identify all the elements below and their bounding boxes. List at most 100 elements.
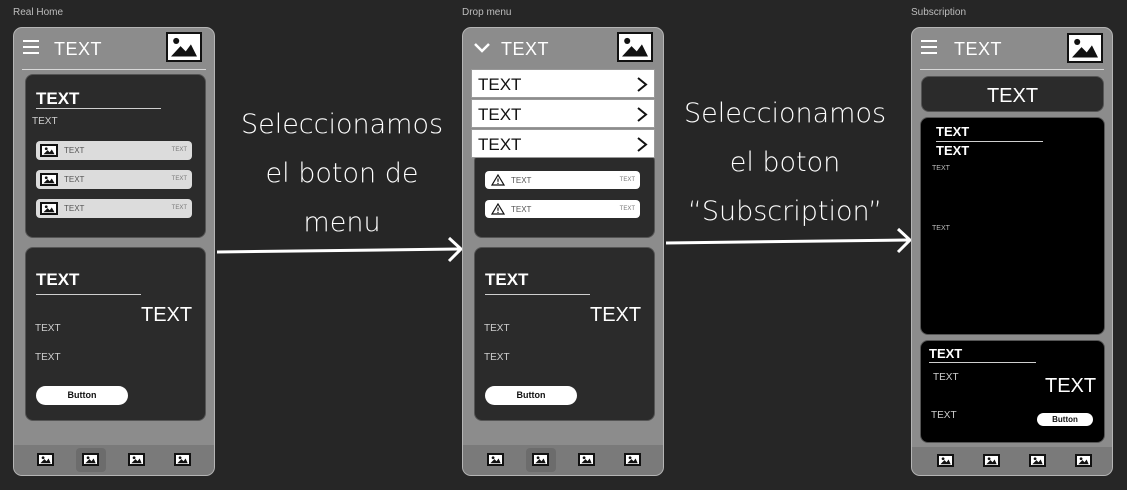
header-title: TEXT bbox=[501, 39, 550, 59]
card-text: TEXT bbox=[484, 352, 510, 363]
card-subscription-detail: TEXT TEXT TEXT TEXT bbox=[920, 117, 1105, 335]
frame-label-drop-menu: Drop menu bbox=[462, 7, 512, 18]
image-icon[interactable] bbox=[983, 454, 1000, 467]
header-title: TEXT bbox=[54, 39, 103, 59]
list-item-label: TEXT bbox=[64, 204, 85, 213]
image-icon[interactable] bbox=[624, 453, 641, 466]
card-heading: TEXT bbox=[936, 124, 970, 139]
menu-item-label: TEXT bbox=[478, 135, 522, 154]
image-icon[interactable] bbox=[82, 453, 99, 466]
card-button[interactable]: Button bbox=[36, 386, 128, 405]
heading-underline bbox=[36, 108, 161, 109]
list-item-value: TEXT bbox=[171, 147, 187, 153]
step-caption-1: Seleccionamos el boton de menu bbox=[222, 100, 462, 247]
card-text: TEXT bbox=[933, 372, 959, 383]
alert-label: TEXT bbox=[511, 176, 532, 185]
image-icon bbox=[617, 32, 653, 62]
alert-label: TEXT bbox=[511, 205, 532, 214]
card-heading: TEXT bbox=[36, 270, 80, 289]
app-header: TEXT bbox=[463, 28, 663, 70]
alert-item[interactable]: TEXT TEXT bbox=[485, 171, 640, 189]
card-info: TEXT TEXT TEXT TEXT Button bbox=[474, 247, 655, 421]
subscription-title: TEXT bbox=[986, 85, 1039, 107]
bottom-nav bbox=[463, 445, 663, 475]
warning-icon bbox=[491, 203, 505, 215]
phone-real-home: TEXT TEXT TEXT TEXT TEXT TEXT TEXT TEXT … bbox=[13, 27, 215, 476]
heading-underline bbox=[485, 294, 590, 295]
caption-line: Seleccionamos bbox=[240, 109, 444, 140]
hamburger-icon[interactable] bbox=[921, 40, 937, 54]
card-text: TEXT bbox=[932, 165, 950, 172]
header-divider bbox=[22, 69, 206, 70]
image-icon[interactable] bbox=[128, 453, 145, 466]
image-icon bbox=[166, 32, 202, 62]
header-title: TEXT bbox=[954, 39, 1003, 59]
app-header: TEXT bbox=[14, 28, 214, 70]
card-button[interactable]: Button bbox=[485, 386, 577, 405]
image-icon[interactable] bbox=[487, 453, 504, 466]
list-item[interactable]: TEXT TEXT bbox=[36, 141, 192, 160]
dropdown-menu-item[interactable]: TEXT bbox=[471, 99, 655, 128]
list-item[interactable]: TEXT TEXT bbox=[36, 170, 192, 189]
card-alerts: TEXT TEXT TEXT TEXT bbox=[474, 153, 655, 238]
dropdown-menu-item[interactable]: TEXT bbox=[471, 69, 655, 98]
list-item-label: TEXT bbox=[64, 146, 85, 155]
image-icon bbox=[40, 202, 58, 215]
card-text: TEXT bbox=[484, 323, 510, 334]
card-button[interactable]: Button bbox=[1037, 413, 1093, 426]
list-item-value: TEXT bbox=[171, 205, 187, 211]
card-text: TEXT bbox=[35, 352, 61, 363]
phone-subscription: TEXT TEXT TEXT TEXT TEXT TEXT TEXT TEXT … bbox=[911, 27, 1113, 476]
card-heading: TEXT bbox=[929, 346, 963, 361]
frame-label-subscription: Subscription bbox=[911, 7, 967, 18]
image-icon[interactable] bbox=[1075, 454, 1092, 467]
card-subheading: TEXT bbox=[936, 143, 970, 158]
chevron-right-icon bbox=[637, 137, 648, 152]
list-item-value: TEXT bbox=[171, 176, 187, 182]
chevron-right-icon bbox=[637, 77, 648, 92]
image-icon[interactable] bbox=[532, 453, 549, 466]
arrow-right-icon bbox=[665, 227, 913, 254]
caption-line: el boton bbox=[729, 147, 841, 178]
card-text: TEXT bbox=[932, 225, 950, 232]
card-info: TEXT TEXT TEXT TEXT Button bbox=[25, 247, 206, 421]
heading-underline bbox=[36, 294, 141, 295]
list-item[interactable]: TEXT TEXT bbox=[36, 199, 192, 218]
dropdown-menu-item[interactable]: TEXT bbox=[471, 129, 655, 158]
chevron-right-icon bbox=[637, 107, 648, 122]
card-subtext: TEXT bbox=[32, 116, 58, 127]
step-caption-2: Seleccionamos el boton “Subscription” bbox=[665, 89, 905, 236]
hamburger-icon[interactable] bbox=[23, 40, 39, 54]
image-icon[interactable] bbox=[1029, 454, 1046, 467]
image-icon[interactable] bbox=[937, 454, 954, 467]
menu-item-label: TEXT bbox=[478, 105, 522, 124]
caption-line: el boton de bbox=[265, 158, 419, 189]
heading-underline bbox=[929, 362, 1036, 363]
list-item-label: TEXT bbox=[64, 175, 85, 184]
menu-item-label: TEXT bbox=[478, 75, 522, 94]
card-plan: TEXT TEXT TEXT TEXT Button bbox=[920, 340, 1105, 443]
alert-item[interactable]: TEXT TEXT bbox=[485, 200, 640, 218]
alert-value: TEXT bbox=[619, 206, 635, 212]
image-icon[interactable] bbox=[174, 453, 191, 466]
card-big-text: TEXT bbox=[141, 304, 193, 326]
caption-line: Seleccionamos bbox=[683, 98, 887, 129]
bottom-nav bbox=[14, 445, 214, 475]
alert-value: TEXT bbox=[619, 177, 635, 183]
frame-label-real-home: Real Home bbox=[13, 7, 64, 18]
phone-drop-menu: TEXT TEXT TEXT TEXT TEXT TEXT TEXT TEXT … bbox=[462, 27, 664, 476]
app-header: TEXT bbox=[912, 28, 1112, 70]
heading-underline bbox=[936, 141, 1043, 142]
image-icon bbox=[1067, 33, 1103, 63]
card-big-text: TEXT bbox=[1045, 375, 1097, 397]
card-text: TEXT bbox=[931, 410, 957, 421]
card-text: TEXT bbox=[35, 323, 61, 334]
card-heading: TEXT bbox=[485, 270, 529, 289]
image-icon[interactable] bbox=[578, 453, 595, 466]
chevron-down-icon[interactable] bbox=[473, 40, 491, 54]
card-heading: TEXT bbox=[36, 89, 80, 108]
bottom-nav bbox=[912, 447, 1112, 475]
image-icon bbox=[40, 173, 58, 186]
header-divider bbox=[920, 69, 1104, 70]
image-icon[interactable] bbox=[37, 453, 54, 466]
